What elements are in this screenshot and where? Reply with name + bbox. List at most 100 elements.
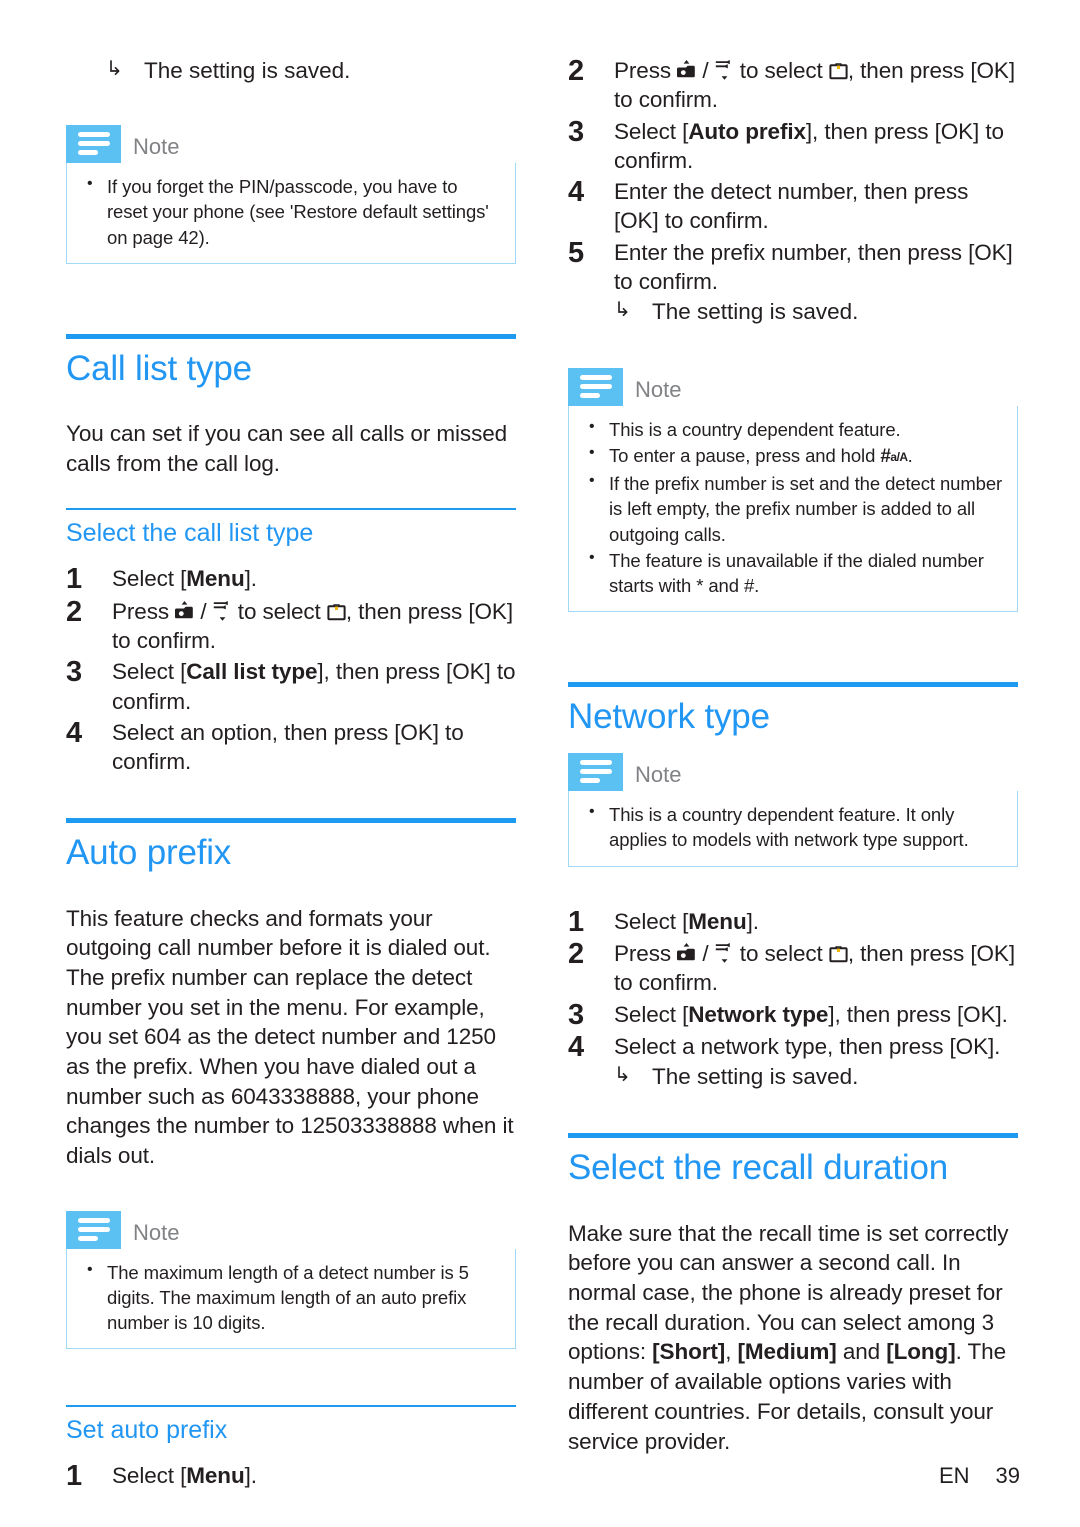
step-text: Select an option, then press [OK] to con…: [112, 719, 464, 775]
right-column: 2 Press / to select , then press [OK] to…: [568, 55, 1018, 1454]
note-lines-icon: [568, 368, 623, 407]
note-bullet-text-pre: To enter a pause, press and hold: [609, 445, 881, 467]
two-column-layout: ↳ The setting is saved. Note If you forg…: [66, 55, 1020, 1492]
note-box-pin: Note If you forget the PIN/passcode, you…: [66, 125, 516, 264]
note-bullet-text-post: .: [907, 445, 913, 467]
note-bullet: The feature is unavailable if the dialed…: [583, 547, 1003, 598]
key-separator: /: [194, 598, 213, 624]
note-label: Note: [133, 1219, 180, 1245]
step-number: 2: [568, 55, 585, 87]
step-item: 2 Press / to select , then press [OK] to…: [66, 597, 516, 656]
step-item: 1 Select [Menu].: [66, 1460, 516, 1493]
result-arrow-icon: ↳: [614, 299, 631, 321]
step-keyword: Menu: [688, 908, 747, 934]
step-item: 4 Select a network type, then press [OK]…: [568, 1032, 1018, 1092]
step-text-post: ], then press [OK].: [828, 1001, 1008, 1027]
note-body: This is a country dependent feature. It …: [568, 791, 1018, 867]
step-item: 3 Select [Network type], then press [OK]…: [568, 998, 1018, 1031]
step-text-pre: Select [: [614, 1001, 689, 1027]
note-lines-icon: [66, 125, 121, 164]
note-lines-icon: [568, 753, 623, 792]
step-number: 4: [66, 716, 83, 749]
section-rule: [568, 1133, 1018, 1139]
hash-key-subscript: a/A: [890, 450, 908, 465]
menu-briefcase-key-icon: [829, 944, 848, 963]
step-text-pre: Press: [112, 598, 176, 624]
steps-select-call-list-type: 1 Select [Menu]. 2 Press / to select , t…: [66, 564, 516, 776]
result-text: The setting is saved.: [652, 299, 859, 324]
note-bullet: The maximum length of a detect number is…: [81, 1259, 501, 1335]
note-bullet: This is a country dependent feature.: [583, 416, 1003, 442]
note-bullet: To enter a pause, press and hold #a/A.: [583, 442, 1003, 470]
note-bullet-list: This is a country dependent feature. It …: [583, 801, 1003, 852]
note-box-auto-prefix: Note This is a country dependent feature…: [568, 368, 1018, 613]
result-text: The setting is saved.: [144, 58, 351, 83]
result-text: The setting is saved.: [652, 1064, 859, 1090]
step-keyword: Auto prefix: [688, 118, 806, 144]
step-text: Press / to select , then press [OK] to c…: [112, 597, 516, 656]
note-header: Note: [568, 368, 1018, 407]
step-text: Select [Auto prefix], then press [OK] to…: [614, 117, 1018, 176]
step-number: 5: [568, 236, 585, 269]
key-separator: /: [696, 58, 715, 83]
note-bullet: If the prefix number is set and the dete…: [583, 470, 1003, 546]
note-box-network-type: Note This is a country dependent feature…: [568, 753, 1018, 867]
nav-down-key-icon: [715, 60, 734, 80]
step-item: 3 Select [Auto prefix], then press [OK] …: [568, 116, 1018, 176]
option-medium: [Medium]: [737, 1339, 837, 1365]
step-keyword: Call list type: [186, 659, 318, 685]
manual-page: ↳ The setting is saved. Note If you forg…: [0, 0, 1080, 1527]
note-bullet: This is a country dependent feature. It …: [583, 801, 1003, 852]
step-text: Select [Menu].: [614, 907, 1018, 937]
option-long: [Long]: [886, 1339, 956, 1365]
step-keyword: Network type: [688, 1001, 829, 1027]
result-arrow-icon: ↳: [106, 58, 123, 80]
note-bullet: If you forget the PIN/passcode, you have…: [81, 173, 501, 249]
option-short: [Short]: [652, 1339, 726, 1365]
section-rule: [568, 682, 1018, 688]
step-text: Press / to select , then press [OK] to c…: [614, 939, 1018, 998]
step-keyword: Menu: [186, 1463, 245, 1489]
option-separator: and: [836, 1339, 887, 1365]
nav-up-key-icon: [175, 600, 194, 621]
section-intro: Make sure that the recall time is set co…: [568, 1219, 1018, 1457]
step-number: 1: [568, 905, 585, 938]
step-text-mid: to select: [733, 941, 829, 967]
section-intro: This feature checks and formats your out…: [66, 905, 514, 1169]
note-label: Note: [635, 377, 682, 403]
step-number: 3: [66, 656, 83, 689]
step-text-pre: Select [: [614, 118, 689, 144]
note-header: Note: [66, 1210, 516, 1249]
section-intro: You can set if you can see all calls or …: [66, 420, 508, 476]
section-title-recall-duration: Select the recall duration: [568, 1148, 949, 1188]
page-footer: EN 39: [939, 1463, 1020, 1489]
footer-language: EN: [938, 1463, 970, 1488]
step-text: Enter the detect number, then press [OK]…: [614, 179, 969, 234]
step-text-mid: to select: [231, 598, 327, 624]
step-text-pre: Select [: [112, 1463, 187, 1489]
result-arrow-icon: ↳: [614, 1064, 631, 1087]
note-body: If you forget the PIN/passcode, you have…: [66, 163, 516, 264]
section-rule: [66, 333, 516, 339]
note-body: The maximum length of a detect number is…: [66, 1248, 516, 1350]
note-body: This is a country dependent feature. To …: [568, 406, 1018, 613]
step-number: 1: [66, 1460, 83, 1493]
step-text-post: ].: [244, 1463, 257, 1489]
steps-set-auto-prefix: 1 Select [Menu].: [66, 1460, 516, 1493]
result-line: ↳ The setting is saved.: [106, 56, 516, 85]
step-number: 3: [568, 998, 585, 1031]
step-item: 3 Select [Call list type], then press [O…: [66, 657, 516, 716]
step-text-pre: Select [: [112, 659, 187, 685]
step-number: 1: [66, 563, 83, 596]
